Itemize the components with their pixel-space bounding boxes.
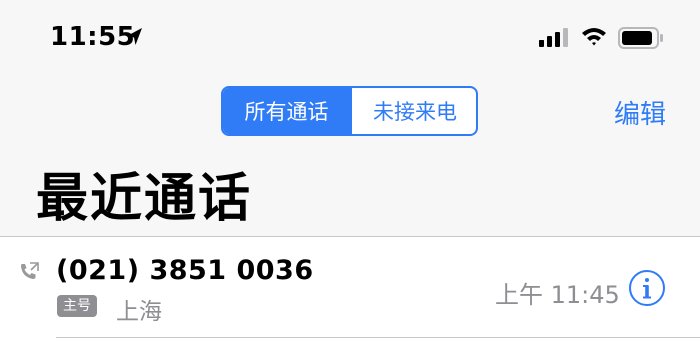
status-time: 11:55 [50, 22, 136, 52]
call-number: (021) 3851 0036 [56, 255, 314, 286]
number-label-badge: 主号 [57, 295, 97, 317]
cellular-signal-icon [539, 28, 568, 47]
edit-button[interactable]: 编辑 [614, 94, 666, 131]
location-arrow-icon [127, 28, 142, 45]
segment-all-calls[interactable]: 所有通话 [223, 88, 350, 134]
recent-calls-list: (021) 3851 0036 主号 上海 上午 11:45 [0, 237, 700, 350]
call-location: 上海 [116, 299, 162, 325]
info-icon[interactable] [628, 269, 666, 307]
row-divider [56, 337, 700, 338]
outgoing-phone-icon [21, 262, 39, 279]
call-filter-segmented-control[interactable]: 所有通话 未接来电 [221, 86, 478, 136]
wifi-icon [582, 28, 606, 46]
call-row[interactable]: (021) 3851 0036 主号 上海 上午 11:45 [0, 237, 700, 337]
status-bar: 11:55 [0, 0, 700, 76]
segment-missed-calls[interactable]: 未接来电 [350, 88, 476, 134]
page-title: 最近通话 [36, 169, 253, 229]
battery-icon [618, 27, 663, 49]
call-time: 上午 11:45 [495, 281, 620, 309]
